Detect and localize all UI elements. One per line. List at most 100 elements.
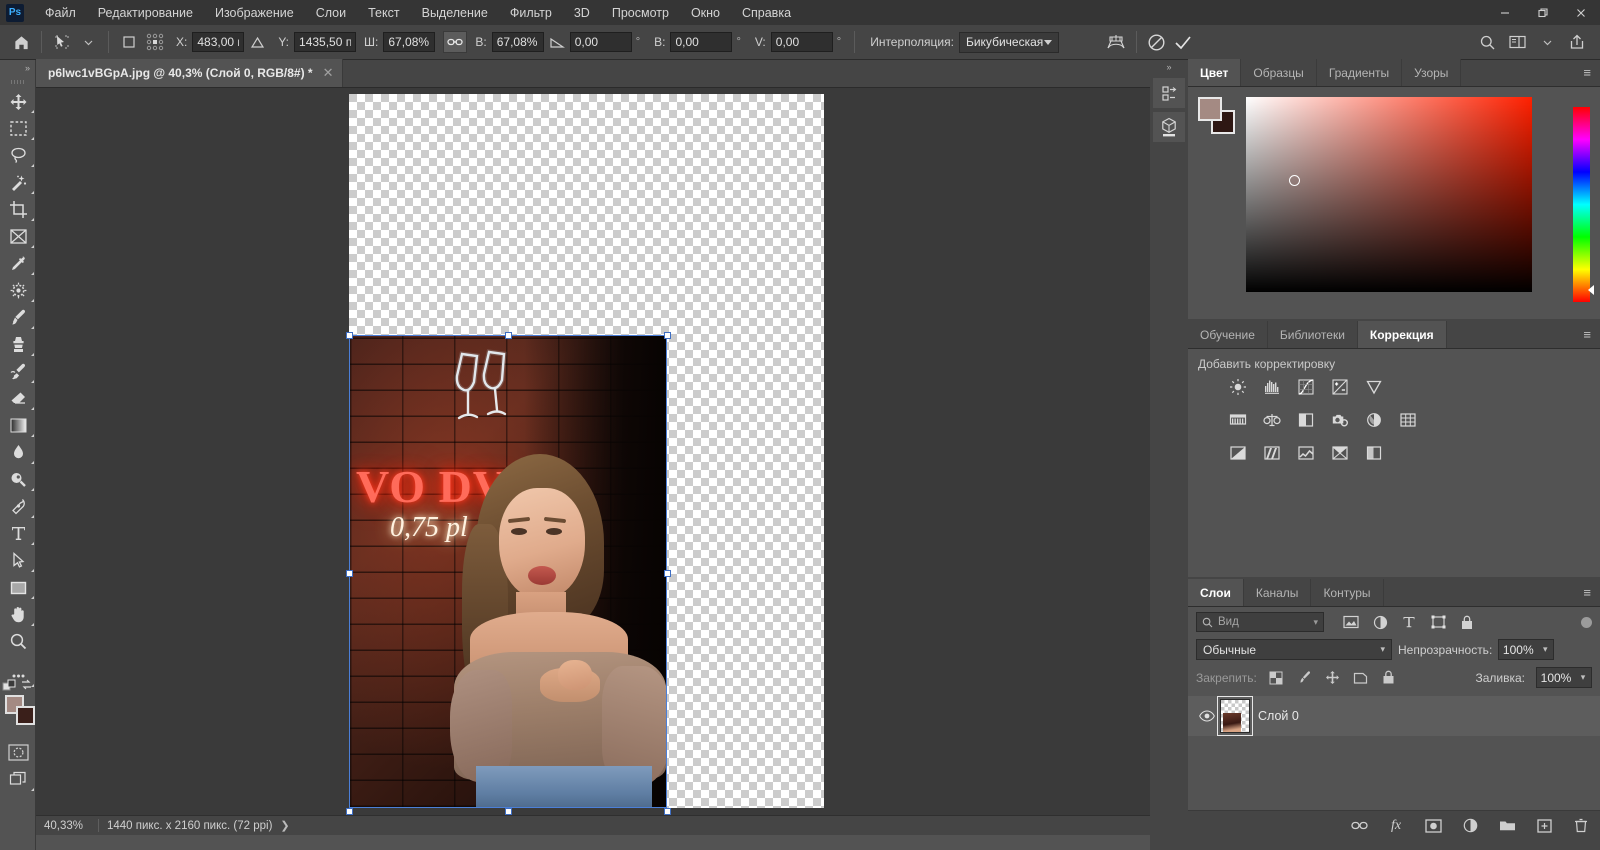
path-selection-tool[interactable]	[0, 547, 36, 574]
levels-icon[interactable]	[1262, 377, 1282, 397]
adjustments-panel-menu-icon[interactable]: ≡	[1574, 321, 1600, 348]
document-canvas[interactable]: VO DV 0,75 pl	[346, 94, 824, 815]
histogram-panel-icon[interactable]	[1153, 78, 1185, 108]
rotate-input[interactable]	[569, 32, 632, 52]
3d-panel-icon[interactable]	[1153, 112, 1185, 142]
hue-slider[interactable]	[1573, 107, 1590, 302]
tab-libraries[interactable]: Библиотеки	[1267, 321, 1358, 348]
lock-image-icon[interactable]	[1296, 669, 1313, 686]
menu-help[interactable]: Справка	[731, 2, 802, 24]
layer-name[interactable]: Слой 0	[1258, 709, 1299, 723]
opacity-stepper[interactable]: 100% ▾	[1498, 639, 1555, 660]
fill-stepper[interactable]: 100% ▾	[1536, 667, 1592, 688]
lock-transparency-icon[interactable]	[1268, 669, 1285, 686]
photo-filter-icon[interactable]	[1330, 410, 1350, 430]
tab-learn[interactable]: Обучение	[1188, 321, 1268, 348]
opacity-value[interactable]: 100%	[1499, 643, 1537, 657]
fill-value[interactable]: 100%	[1537, 671, 1575, 685]
tab-color[interactable]: Цвет	[1188, 59, 1242, 86]
workspace-icon[interactable]	[1504, 30, 1530, 54]
layer-thumbnail[interactable]	[1217, 696, 1253, 736]
move-tool[interactable]	[0, 88, 36, 115]
warp-icon[interactable]	[1103, 30, 1129, 54]
layer-filter-select[interactable]: Вид ▾	[1196, 612, 1324, 632]
commit-check-icon[interactable]	[1170, 30, 1196, 54]
table-row[interactable]: Слой 0	[1188, 696, 1600, 736]
brightness-contrast-icon[interactable]	[1228, 377, 1248, 397]
layer-mask-icon[interactable]	[1424, 817, 1442, 835]
menu-3d[interactable]: 3D	[563, 2, 601, 24]
exposure-icon[interactable]	[1330, 377, 1350, 397]
y-input[interactable]	[294, 32, 357, 52]
lasso-tool[interactable]	[0, 142, 36, 169]
lock-artboard-icon[interactable]	[1352, 669, 1369, 686]
lock-all-icon[interactable]	[1380, 669, 1397, 686]
tab-paths[interactable]: Контуры	[1311, 579, 1384, 606]
invert-icon[interactable]	[1228, 443, 1248, 463]
layers-panel-menu-icon[interactable]: ≡	[1574, 579, 1600, 606]
link-layers-icon[interactable]	[1350, 817, 1368, 835]
new-adjustment-layer-icon[interactable]	[1461, 817, 1479, 835]
canvas-area[interactable]: VO DV 0,75 pl	[36, 88, 1150, 815]
tab-patterns[interactable]: Узоры	[1402, 59, 1462, 86]
tab-gradients[interactable]: Градиенты	[1316, 59, 1403, 86]
hue-slider-marker[interactable]	[1588, 285, 1594, 295]
maximize-restore-button[interactable]	[1524, 0, 1562, 25]
brush-tool[interactable]	[0, 304, 36, 331]
delta-icon[interactable]	[244, 30, 270, 54]
menu-filter[interactable]: Фильтр	[499, 2, 563, 24]
blend-mode-select[interactable]: Обычные ▾	[1196, 639, 1392, 660]
history-brush-tool[interactable]	[0, 358, 36, 385]
menu-image[interactable]: Изображение	[204, 2, 305, 24]
blur-tool[interactable]	[0, 439, 36, 466]
interpolation-select[interactable]: Бикубическая	[958, 31, 1059, 53]
threshold-icon[interactable]	[1296, 443, 1316, 463]
link-chain-icon[interactable]	[443, 31, 468, 53]
filter-type-icon[interactable]	[1400, 613, 1418, 631]
eyedropper-tool[interactable]	[0, 250, 36, 277]
width-input[interactable]	[383, 32, 436, 52]
frame-tool[interactable]	[0, 223, 36, 250]
search-icon[interactable]	[1474, 30, 1500, 54]
height-input[interactable]	[491, 32, 544, 52]
filter-adjustment-icon[interactable]	[1371, 613, 1389, 631]
zoom-tool[interactable]	[0, 628, 36, 655]
tab-adjustments[interactable]: Коррекция	[1357, 321, 1447, 348]
document-tab[interactable]: p6lwc1vBGpA.jpg @ 40,3% (Слой 0, RGB/8#)…	[36, 59, 343, 87]
reference-point-checkbox[interactable]	[116, 30, 142, 54]
rotate-angle-icon[interactable]	[544, 30, 570, 54]
curves-icon[interactable]	[1296, 377, 1316, 397]
magic-wand-tool[interactable]	[0, 169, 36, 196]
hue-saturation-icon[interactable]	[1228, 410, 1248, 430]
new-group-icon[interactable]	[1498, 817, 1516, 835]
tool-preset-chevron-icon[interactable]	[75, 30, 101, 54]
chevron-down-icon[interactable]: ▾	[1313, 617, 1318, 628]
layer-style-icon[interactable]: fx	[1387, 817, 1405, 835]
new-layer-icon[interactable]	[1535, 817, 1553, 835]
transform-bounding-box[interactable]	[346, 332, 671, 815]
status-expand-arrow[interactable]: ❯	[280, 819, 289, 832]
cancel-icon[interactable]	[1144, 30, 1170, 54]
menu-edit[interactable]: Редактирование	[87, 2, 204, 24]
workspace-chevron-icon[interactable]	[1534, 30, 1560, 54]
skew-h-input[interactable]	[670, 32, 733, 52]
menu-select[interactable]: Выделение	[411, 2, 499, 24]
layer-visibility-eye-icon[interactable]	[1196, 710, 1218, 722]
menu-view[interactable]: Просмотр	[601, 2, 680, 24]
channel-mixer-icon[interactable]	[1364, 410, 1384, 430]
color-panel-menu-icon[interactable]: ≡	[1574, 59, 1600, 86]
crop-tool[interactable]	[0, 196, 36, 223]
menu-file[interactable]: Файл	[34, 2, 87, 24]
tab-channels[interactable]: Каналы	[1243, 579, 1312, 606]
selective-color-icon[interactable]	[1364, 443, 1384, 463]
home-icon[interactable]	[8, 30, 34, 54]
type-tool[interactable]	[0, 520, 36, 547]
color-picker-cursor[interactable]	[1289, 175, 1300, 186]
rectangle-tool[interactable]	[0, 574, 36, 601]
menu-layers[interactable]: Слои	[305, 2, 357, 24]
skew-v-input[interactable]	[770, 32, 833, 52]
swap-colors-icon[interactable]	[20, 678, 33, 691]
hand-tool[interactable]	[0, 601, 36, 628]
clone-stamp-tool[interactable]	[0, 331, 36, 358]
posterize-icon[interactable]	[1262, 443, 1282, 463]
